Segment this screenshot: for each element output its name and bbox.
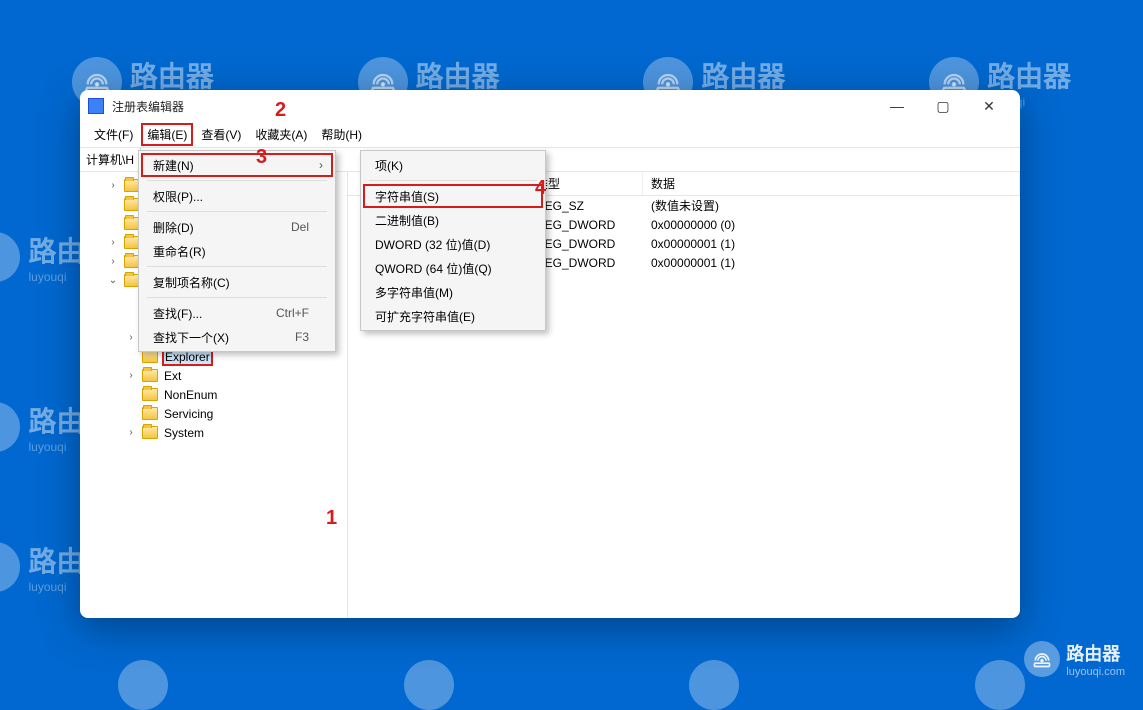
menu-new-binary[interactable]: 二进制值(B) [363,208,543,232]
annotation-4: 4 [535,178,546,198]
menu-view[interactable]: 查看(V) [195,123,247,146]
menu-edit[interactable]: 编辑(E) [141,123,193,146]
expand-icon[interactable] [106,275,120,286]
menu-new-multi[interactable]: 多字符串值(M) [363,280,543,304]
expand-icon[interactable] [106,237,120,248]
new-submenu: 项(K) 字符串值(S) 二进制值(B) DWORD (32 位)值(D) QW… [360,150,546,331]
tree-label: NonEnum [162,388,219,402]
tree-item[interactable]: Ext [80,366,347,385]
expand-icon[interactable] [124,332,138,343]
close-button[interactable]: ✕ [966,90,1012,122]
folder-icon [142,426,158,439]
edit-menu-dropdown: 新建(N) 权限(P)... 删除(D)Del 重命名(R) 复制项名称(C) … [138,150,336,352]
minimize-button[interactable]: — [874,90,920,122]
expand-icon[interactable] [124,427,138,438]
col-data[interactable]: 数据 [643,172,1020,195]
expand-icon[interactable] [106,256,120,267]
tree-item[interactable]: Servicing [80,404,347,423]
menu-help[interactable]: 帮助(H) [315,123,368,146]
folder-icon [142,407,158,420]
menu-find-next[interactable]: 查找下一个(X)F3 [141,325,333,349]
titlebar[interactable]: 注册表编辑器 — ▢ ✕ [80,90,1020,122]
annotation-2: 2 [275,100,286,120]
app-icon [88,98,104,114]
menu-file[interactable]: 文件(F) [88,123,139,146]
address-label: 计算机\H [80,148,141,171]
menu-new-string[interactable]: 字符串值(S) [363,184,543,208]
menu-new-dword[interactable]: DWORD (32 位)值(D) [363,232,543,256]
menu-new-qword[interactable]: QWORD (64 位)值(Q) [363,256,543,280]
expand-icon[interactable] [124,370,138,381]
footer-logo: 路由器luyouqi.com [1024,640,1125,678]
menu-favorites[interactable]: 收藏夹(A) [249,123,313,146]
menu-new-key[interactable]: 项(K) [363,153,543,177]
menu-permissions[interactable]: 权限(P)... [141,184,333,208]
menu-rename[interactable]: 重命名(R) [141,239,333,263]
tree-item[interactable]: NonEnum [80,385,347,404]
menubar: 文件(F) 编辑(E) 查看(V) 收藏夹(A) 帮助(H) [80,122,1020,148]
maximize-button[interactable]: ▢ [920,90,966,122]
menu-new-expand[interactable]: 可扩充字符串值(E) [363,304,543,328]
router-icon [1024,641,1060,677]
menu-delete[interactable]: 删除(D)Del [141,215,333,239]
menu-find[interactable]: 查找(F)...Ctrl+F [141,301,333,325]
tree-label: Servicing [162,407,215,421]
folder-icon [142,388,158,401]
tree-item[interactable]: System [80,423,347,442]
tree-label: System [162,426,206,440]
tree-label: Ext [162,369,183,383]
window-title: 注册表编辑器 [112,98,184,115]
folder-icon [142,369,158,382]
expand-icon[interactable] [106,180,120,191]
annotation-3: 3 [256,147,267,167]
annotation-1: 1 [326,508,337,528]
menu-copy-key[interactable]: 复制项名称(C) [141,270,333,294]
menu-new[interactable]: 新建(N) [141,153,333,177]
